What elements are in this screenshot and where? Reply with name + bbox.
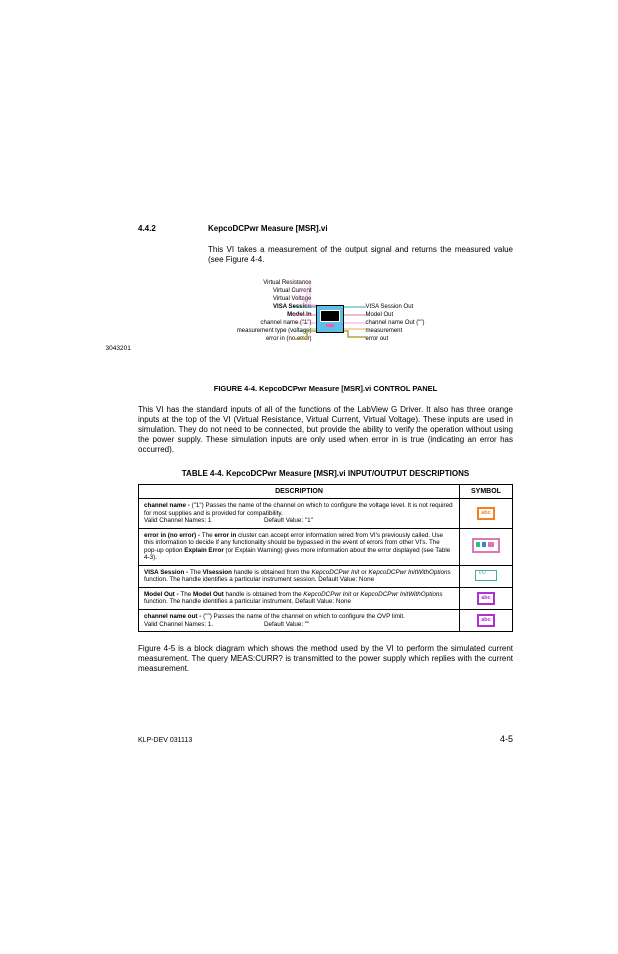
page: 4.4.2 KepcoDCPwr Measure [MSR].vi This V… (0, 0, 618, 954)
table-row: channel name out - ("") Passes the name … (139, 610, 513, 632)
row-text: The (190, 569, 203, 576)
symbol-cell (460, 528, 513, 565)
row-label: Model Out - (144, 591, 180, 598)
table-row: VISA Session - The VIsession handle is o… (139, 565, 513, 587)
row-text: The (202, 532, 215, 539)
io-symbol-icon (475, 570, 497, 581)
label-error-out: error out (366, 335, 425, 343)
row-text: or (351, 591, 360, 598)
table-row: Model Out - The Model Out handle is obta… (139, 587, 513, 609)
row-label: channel name out - (144, 613, 203, 620)
cell-visa-session: VISA Session - The VIsession handle is o… (139, 565, 460, 587)
row-text: handle is obtained from the (232, 569, 311, 576)
row-default: Default Value: "1" (264, 517, 313, 524)
cell-model-out: Model Out - The Model Out handle is obta… (139, 587, 460, 609)
row-italic: KepcoDCPwr InitWithOptions (360, 591, 442, 598)
section-heading: 4.4.2 KepcoDCPwr Measure [MSR].vi (138, 224, 513, 233)
row-text: or (359, 569, 368, 576)
label-measurement: measurement (366, 327, 425, 335)
row-italic: KepcoDCPwr InitWithOptions (369, 569, 451, 576)
abc-symbol-icon: abc (477, 614, 494, 627)
row-bold: VIsession (203, 569, 232, 576)
table-header-row: DESCRIPTION SYMBOL (139, 485, 513, 499)
table-row: error in (no error) - The error in clust… (139, 528, 513, 565)
footer-right: 4-5 (500, 734, 513, 744)
header-symbol: SYMBOL (460, 485, 513, 499)
row-text: handle is obtained from the (224, 591, 303, 598)
cell-channel-name-out: channel name out - ("") Passes the name … (139, 610, 460, 632)
table-caption: TABLE 4-4. KepcoDCPwr Measure [MSR].vi I… (138, 469, 513, 478)
row-bold: Explain Error (184, 547, 224, 554)
row-valid-names: Valid Channel Names: 1. (144, 621, 264, 629)
row-bold: Model Out (193, 591, 224, 598)
label-visa-out: VISA Session Out (366, 303, 425, 311)
footer-left: KLP-DEV 031113 (138, 737, 192, 744)
post-figure-paragraph: This VI has the standard inputs of all o… (138, 405, 513, 455)
figure-ref: 3043201 (106, 345, 131, 352)
symbol-cell: abc (460, 499, 513, 529)
row-italic: KepcoDCPwr Init (311, 569, 359, 576)
row-text: ("") Passes the name of the channel on w… (203, 613, 405, 620)
vi-chip-icon (316, 305, 344, 333)
label-channel-name-out: channel name Out ("") (366, 319, 425, 327)
row-text: function. The handle identifies a partic… (144, 576, 374, 583)
figure-caption: FIGURE 4-4. KepcoDCPwr Measure [MSR].vi … (138, 384, 513, 393)
cell-channel-name: channel name - ("1") Passes the name of … (139, 499, 460, 529)
symbol-cell: abc (460, 610, 513, 632)
row-italic: KepcoDCPwr Init (303, 591, 351, 598)
row-valid-names: Valid Channel Names: 1 (144, 517, 264, 525)
row-label: error in (no error) - (144, 532, 202, 539)
diagram-right-labels: VISA Session Out Model Out channel name … (366, 303, 425, 343)
abc-symbol-icon: abc (477, 507, 494, 520)
header-description: DESCRIPTION (139, 485, 460, 499)
error-cluster-icon (472, 538, 500, 553)
control-panel-diagram: Virtual Resistance Virtual Current Virtu… (176, 279, 476, 374)
label-model-out: Model Out (366, 311, 425, 319)
row-label: VISA Session - (144, 569, 190, 576)
row-text: function. The handle identifies a partic… (144, 598, 351, 605)
row-default: Default Value: "" (264, 621, 309, 628)
symbol-cell: abc (460, 587, 513, 609)
cell-error-in: error in (no error) - The error in clust… (139, 528, 460, 565)
row-bold: error in (214, 532, 236, 539)
row-label: channel name - (144, 502, 192, 509)
io-description-table: DESCRIPTION SYMBOL channel name - ("1") … (138, 484, 513, 632)
table-row: channel name - ("1") Passes the name of … (139, 499, 513, 529)
section-title: KepcoDCPwr Measure [MSR].vi (208, 224, 328, 233)
section-number: 4.4.2 (138, 224, 186, 233)
closing-paragraph: Figure 4-5 is a block diagram which show… (138, 644, 513, 674)
row-text: The (180, 591, 193, 598)
intro-paragraph: This VI takes a measurement of the outpu… (208, 245, 513, 265)
abc-symbol-icon: abc (477, 592, 494, 605)
figure-4-4: Virtual Resistance Virtual Current Virtu… (138, 279, 513, 374)
symbol-cell (460, 565, 513, 587)
